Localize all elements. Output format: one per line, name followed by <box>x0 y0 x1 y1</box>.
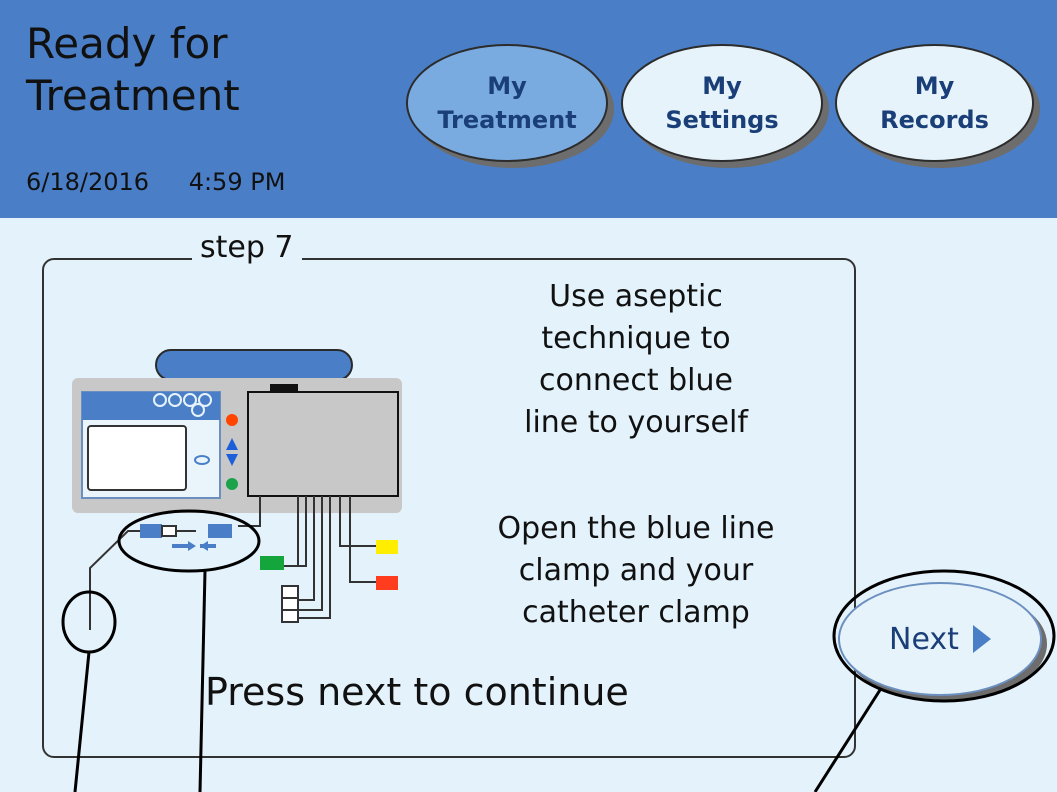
catheter-connector <box>208 524 232 538</box>
next-label: Next <box>889 621 959 657</box>
instruction-connect: Use aseptic technique to connect blue li… <box>470 276 802 444</box>
go-light-icon <box>226 478 238 490</box>
my-records-line1: My <box>914 72 955 100</box>
my-treatment-line2: Treatment <box>437 106 577 134</box>
date-time: 6/18/2016 4:59 PM <box>26 168 317 196</box>
instruction-line: technique to <box>541 321 731 356</box>
my-settings-line1: My <box>702 72 742 100</box>
my-treatment-line1: My <box>487 72 527 100</box>
title-line-1: Ready for <box>26 19 228 68</box>
cycler-connection-illustration <box>72 349 402 630</box>
instruction-line: Use aseptic <box>549 279 723 314</box>
title-line-2: Treatment <box>26 71 240 120</box>
screen-title: Ready for Treatment <box>26 18 326 122</box>
instruction-line: line to yourself <box>524 405 748 440</box>
my-treatment-button[interactable]: My Treatment <box>406 44 608 162</box>
device-handle <box>155 349 353 381</box>
step-label: step 7 <box>192 230 302 265</box>
instruction-line: Open the blue line <box>497 511 775 546</box>
instruction-open-clamps: Open the blue line clamp and your cathet… <box>470 508 802 634</box>
blue-line-connector <box>140 524 162 538</box>
green-connector <box>260 556 284 570</box>
next-button[interactable]: Next <box>838 582 1042 696</box>
date-text: 6/18/2016 <box>26 168 150 196</box>
my-records-button[interactable]: My Records <box>835 44 1034 162</box>
stop-light-icon <box>226 414 238 426</box>
yellow-connector <box>376 540 398 554</box>
my-settings-line2: Settings <box>665 106 779 134</box>
red-connector <box>376 576 398 590</box>
time-text: 4:59 PM <box>188 168 286 196</box>
instruction-line: catheter clamp <box>522 595 750 630</box>
my-records-line2: Records <box>880 106 989 134</box>
continue-prompt: Press next to continue <box>205 670 629 714</box>
instruction-line: connect blue <box>539 363 733 398</box>
play-arrow-icon <box>972 625 991 653</box>
cassette-door <box>247 391 399 497</box>
my-settings-button[interactable]: My Settings <box>621 44 823 162</box>
instruction-line: clamp and your <box>518 553 754 588</box>
